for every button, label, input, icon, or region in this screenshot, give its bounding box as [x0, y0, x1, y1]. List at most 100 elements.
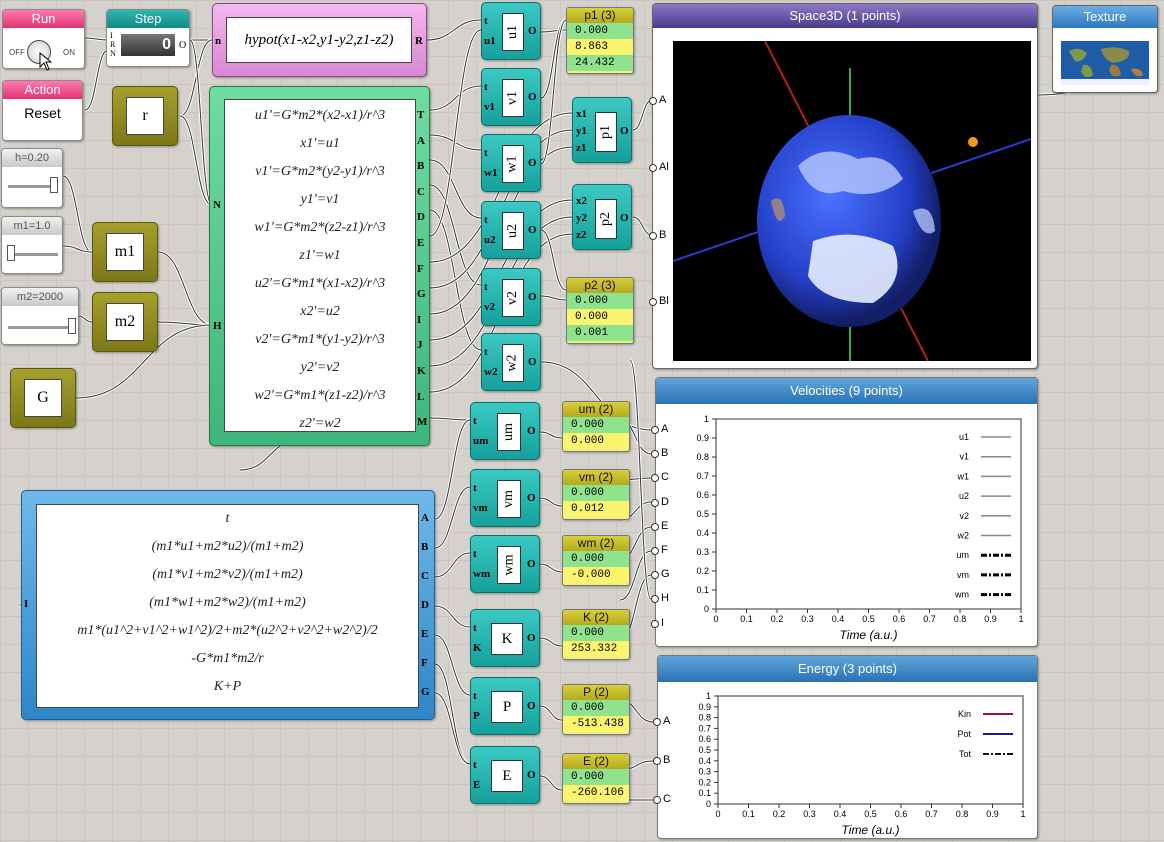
value-display-row: 0.000	[563, 433, 629, 449]
ode-output-port: A	[417, 134, 425, 147]
energy-title: Energy (3 points)	[658, 656, 1037, 682]
hypot-block[interactable]: hypot(x1-x2,y1-y2,z1-z2) n R	[212, 3, 427, 77]
ode-in-h: H	[213, 320, 222, 332]
slider-h[interactable]: h=0.20	[1, 148, 63, 208]
space3d-port[interactable]	[649, 164, 657, 172]
g-block[interactable]: G	[10, 368, 76, 428]
plot-frame	[715, 418, 1022, 610]
space3d-port[interactable]	[649, 97, 657, 105]
t-block-v2[interactable]: t v2 v2 O	[481, 268, 541, 326]
value-display-row: 0.000	[563, 625, 629, 641]
value-display-row: 0.000	[563, 700, 629, 716]
m2-block[interactable]: m2	[92, 292, 158, 352]
m1-label: m1	[106, 233, 144, 271]
legend-label: v2	[959, 511, 969, 521]
energy-port[interactable]	[653, 796, 661, 804]
slider-m2[interactable]: m2=2000	[1, 287, 79, 345]
energy-port-label: A	[663, 715, 671, 727]
calc-block[interactable]: t (m1*u1+m2*u2)/(m1+m2) (m1*v1+m2*v2)/(m1+…	[21, 490, 435, 720]
slider-m2-thumb[interactable]	[68, 318, 77, 334]
y-tick-label: 0.7	[696, 471, 709, 481]
velocities-port[interactable]	[651, 498, 659, 507]
t-block-label: vm	[500, 490, 516, 508]
ode-output-port: C	[417, 185, 425, 198]
velocities-port-label: G	[661, 568, 670, 581]
t-block-u2[interactable]: t u2 u2 O	[481, 201, 541, 259]
value-display-row: 0.000	[563, 417, 629, 433]
t-block-wm[interactable]: t wm wm O	[470, 535, 540, 593]
m1-block[interactable]: m1	[92, 222, 158, 282]
value-display-title: E (2)	[563, 754, 629, 769]
p1-block[interactable]: x1 y1 z1 p1 O	[572, 97, 632, 163]
value-display-title: p2 (3)	[567, 278, 633, 293]
t-block-pin: v1	[484, 101, 495, 113]
y-tick-label: 0.7	[698, 723, 711, 733]
calc-expressions: t (m1*u1+m2*u2)/(m1+m2) (m1*v1+m2*v2)/(m1+…	[36, 504, 419, 708]
y-tick-label: 0.5	[698, 745, 711, 755]
y-tick-label: 0	[704, 604, 709, 614]
space3d-view[interactable]	[673, 41, 1031, 361]
legend-label: u2	[959, 491, 969, 501]
space3d-port[interactable]	[649, 298, 657, 306]
space3d-port[interactable]	[649, 232, 657, 240]
t-block-pin: u2	[484, 234, 496, 246]
slider-h-thumb[interactable]	[50, 177, 58, 193]
y-tick-label: 0.1	[696, 585, 709, 595]
t-block-um[interactable]: t um um O	[470, 402, 540, 460]
x-tick-label: 0.9	[986, 809, 999, 819]
step-pin-i: I	[110, 31, 113, 40]
velocities-port[interactable]	[651, 547, 659, 555]
calc-expression: t	[225, 511, 230, 526]
g-label: G	[24, 379, 62, 417]
t-block-u1[interactable]: t u1 u1 O	[481, 2, 541, 60]
t-block-v1[interactable]: t v1 v1 O	[481, 68, 541, 126]
legend-label: um	[956, 550, 969, 560]
velocities-port-label: B	[661, 447, 669, 460]
space3d-port-label: B	[659, 229, 667, 241]
t-block-out: O	[527, 632, 536, 644]
ode-equation: z1'=w1	[299, 248, 341, 263]
legend-label: wm	[954, 590, 969, 600]
texture-panel: Texture	[1052, 5, 1158, 93]
value-display-row: -0.000	[563, 567, 629, 583]
r-block[interactable]: r	[112, 86, 178, 146]
texture-thumbnail[interactable]	[1061, 41, 1149, 85]
value-display-title: um (2)	[563, 402, 629, 417]
energy-chart[interactable]: 000.10.10.20.20.30.30.40.40.50.50.60.60.…	[658, 682, 1037, 838]
t-block-pin: w1	[484, 167, 498, 179]
t-pin: t	[473, 759, 477, 771]
velocities-port[interactable]	[651, 619, 659, 628]
value-display-row: -513.438	[563, 716, 629, 732]
t-block-E[interactable]: tEEO	[470, 746, 540, 804]
velocities-port[interactable]	[651, 522, 659, 531]
value-display: P (2) 0.000 -513.438	[562, 684, 630, 735]
p2-block[interactable]: x2 y2 z2 p2 O	[572, 184, 632, 250]
slider-m1[interactable]: m1=1.0	[1, 216, 63, 274]
t-block-P[interactable]: tPPO	[470, 677, 540, 735]
velocities-chart[interactable]: 00 0.1 0.1 0.2 0.2 0.3 0.3 0.4 0.4 0.5 0.5 0.6 0.6 0.…	[656, 404, 1037, 646]
slider-m1-thumb[interactable]	[6, 245, 15, 261]
t-pin: t	[484, 15, 488, 27]
y-tick-label: 0.9	[698, 702, 711, 712]
t-block-out: O	[528, 356, 537, 368]
energy-port[interactable]	[653, 757, 661, 765]
t-block-K[interactable]: tKKO	[470, 609, 540, 667]
step-pin-n: N	[110, 49, 116, 58]
t-block-label: w1	[505, 155, 520, 173]
t-block-pin: u1	[484, 35, 496, 47]
value-display: E (2) 0.000 -260.106	[562, 753, 630, 804]
y-tick-label: 0.2	[698, 777, 711, 787]
t-block-w2[interactable]: t w2 w2 O	[481, 333, 541, 391]
p1-pin-y: y1	[576, 125, 587, 137]
t-block-vm[interactable]: t vm vm O	[470, 469, 540, 527]
velocities-port[interactable]	[651, 426, 659, 434]
velocities-port-label: I	[661, 616, 665, 629]
x-tick-label: 0.1	[740, 614, 753, 624]
step-pin-r: R	[110, 40, 116, 49]
ode-block[interactable]: u1'=G*m2*(x2-x1)/r^3 x1'=u1 v1'=G*m2*(y2-y…	[209, 86, 430, 446]
calc-output-port: B	[421, 541, 429, 553]
plot-frame	[717, 695, 1024, 805]
energy-port[interactable]	[653, 718, 661, 726]
t-block-w1[interactable]: t w1 w1 O	[481, 134, 541, 192]
reset-button[interactable]: Reset	[3, 105, 82, 121]
